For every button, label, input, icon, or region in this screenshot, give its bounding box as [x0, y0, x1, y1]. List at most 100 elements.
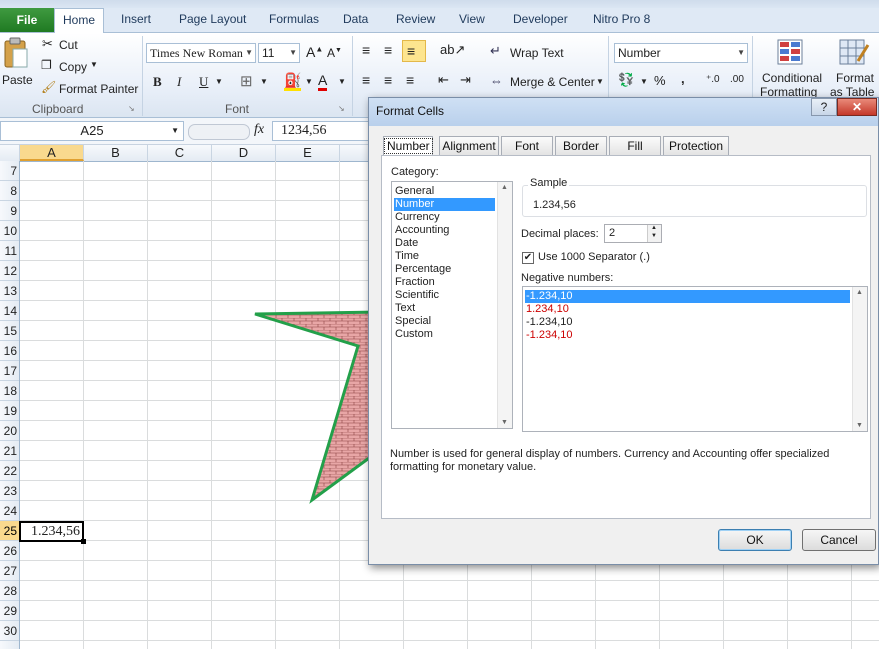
category-item[interactable]: Fraction	[394, 276, 435, 289]
row-header[interactable]: 20	[0, 421, 19, 441]
tab-nitro[interactable]: Nitro Pro 8	[593, 12, 650, 26]
chevron-down-icon[interactable]: ▼	[640, 77, 648, 86]
grow-font-icon[interactable]: A▲	[306, 44, 323, 60]
help-button[interactable]: ?	[811, 98, 837, 116]
category-item[interactable]: Special	[394, 315, 431, 328]
decrease-indent-icon[interactable]: ⇤	[438, 72, 449, 88]
decimal-places-spinner[interactable]: 2 ▲ ▼	[604, 224, 662, 243]
row-header[interactable]: 15	[0, 321, 19, 341]
format-as-table-button[interactable]: Format	[836, 71, 874, 85]
row-header[interactable]: 12	[0, 261, 19, 281]
row-header[interactable]: 17	[0, 361, 19, 381]
chevron-down-icon[interactable]: ▼	[338, 77, 346, 86]
tab-page-layout[interactable]: Page Layout	[179, 12, 246, 26]
category-item[interactable]: Currency	[394, 211, 440, 224]
category-item[interactable]: Scientific	[394, 289, 439, 302]
paste-button[interactable]: Paste	[2, 37, 33, 93]
row-header[interactable]: 22	[0, 461, 19, 481]
align-bottom-button[interactable]: ≡	[402, 40, 426, 62]
font-size-select[interactable]: 11 ▼	[258, 43, 300, 63]
tab-review[interactable]: Review	[396, 12, 435, 26]
percent-button[interactable]: %	[654, 73, 666, 88]
chevron-down-icon[interactable]: ▼	[260, 77, 268, 86]
select-all-corner[interactable]	[0, 145, 20, 161]
align-right-icon[interactable]: ≡	[406, 72, 414, 88]
tab-file[interactable]: File	[0, 8, 54, 32]
row-header[interactable]: 14	[0, 301, 19, 321]
italic-button[interactable]: I	[177, 74, 181, 90]
negative-option[interactable]: -1.234,10	[525, 316, 572, 329]
orientation-icon[interactable]: ab↗	[440, 42, 465, 58]
decrease-decimal-icon[interactable]: .00	[730, 74, 744, 85]
name-box[interactable]: A25 ▼	[0, 121, 184, 141]
row-header[interactable]: 9	[0, 201, 19, 221]
column-header[interactable]: D	[212, 145, 276, 161]
row-header[interactable]: 29	[0, 601, 19, 621]
category-item[interactable]: Text	[394, 302, 415, 315]
tab-alignment[interactable]: Alignment	[439, 136, 499, 156]
row-header[interactable]: 21	[0, 441, 19, 461]
tab-formulas[interactable]: Formulas	[269, 12, 319, 26]
category-list[interactable]: General Number Currency Accounting Date …	[391, 181, 513, 429]
category-item[interactable]: Custom	[394, 328, 433, 341]
chevron-down-icon[interactable]: ▼	[215, 77, 223, 86]
row-header[interactable]: 18	[0, 381, 19, 401]
row-header[interactable]: 10	[0, 221, 19, 241]
row-header[interactable]: 11	[0, 241, 19, 261]
row-header[interactable]: 30	[0, 621, 19, 641]
insert-function-button[interactable]: fx	[254, 122, 264, 138]
tab-protection[interactable]: Protection	[663, 136, 729, 156]
bold-button[interactable]: B	[153, 74, 162, 90]
fill-handle[interactable]	[81, 539, 86, 544]
category-item[interactable]: Percentage	[394, 263, 451, 276]
fill-color-icon[interactable]: ⛽	[284, 72, 302, 91]
tab-view[interactable]: View	[459, 12, 485, 26]
column-header[interactable]: C	[148, 145, 212, 161]
ok-button[interactable]: OK	[718, 529, 792, 551]
formula-bar-splitter[interactable]	[188, 124, 250, 140]
tab-home[interactable]: Home	[54, 8, 104, 33]
currency-icon[interactable]: 💱	[618, 72, 634, 88]
conditional-formatting-button[interactable]: Conditional	[762, 71, 822, 85]
align-center-icon[interactable]: ≡	[384, 72, 392, 88]
row-header[interactable]: 16	[0, 341, 19, 361]
increase-decimal-icon[interactable]: ⁺.0	[706, 74, 720, 85]
scroll-down-icon[interactable]: ▼	[856, 422, 863, 429]
separator-checkbox[interactable]: ✔	[522, 252, 534, 264]
row-header[interactable]: 7	[0, 161, 19, 181]
borders-icon[interactable]: ⊞	[240, 72, 253, 90]
column-header[interactable]: A	[20, 145, 84, 161]
merge-center-button[interactable]: Merge & Center	[510, 75, 595, 89]
row-header[interactable]: 28	[0, 581, 19, 601]
align-left-icon[interactable]: ≡	[362, 72, 370, 88]
chevron-down-icon[interactable]: ▼	[305, 77, 313, 86]
cut-button[interactable]: Cut	[59, 38, 78, 52]
underline-button[interactable]: U	[199, 74, 208, 90]
negative-option-selected[interactable]: -1.234,10	[525, 290, 850, 303]
number-format-select[interactable]: Number ▼	[614, 43, 748, 63]
cancel-button[interactable]: Cancel	[802, 529, 876, 551]
negative-scrollbar[interactable]: ▲ ▼	[852, 287, 867, 431]
tab-data[interactable]: Data	[343, 12, 368, 26]
category-item-selected[interactable]: Number	[394, 198, 495, 211]
scroll-down-icon[interactable]: ▼	[501, 419, 508, 426]
wrap-text-button[interactable]: Wrap Text	[510, 46, 564, 60]
scroll-up-icon[interactable]: ▲	[856, 289, 863, 296]
category-item[interactable]: Time	[394, 250, 419, 263]
scroll-up-icon[interactable]: ▲	[501, 184, 508, 191]
comma-button[interactable]: ,	[681, 71, 685, 86]
close-button[interactable]: ✕	[837, 98, 877, 116]
star-shape[interactable]	[240, 300, 380, 510]
category-item[interactable]: Date	[394, 237, 418, 250]
format-painter-button[interactable]: Format Painter	[59, 82, 138, 96]
shrink-font-icon[interactable]: A▼	[327, 46, 342, 60]
tab-number[interactable]: Number	[383, 136, 433, 157]
column-header[interactable]: B	[84, 145, 148, 161]
row-header[interactable]: 23	[0, 481, 19, 501]
increase-indent-icon[interactable]: ⇥	[460, 72, 471, 88]
row-header[interactable]: 26	[0, 541, 19, 561]
spin-up-icon[interactable]: ▲	[651, 225, 657, 231]
category-scrollbar[interactable]: ▲ ▼	[497, 182, 512, 428]
spin-down-icon[interactable]: ▼	[651, 233, 657, 239]
chevron-down-icon[interactable]: ▼	[90, 60, 98, 69]
